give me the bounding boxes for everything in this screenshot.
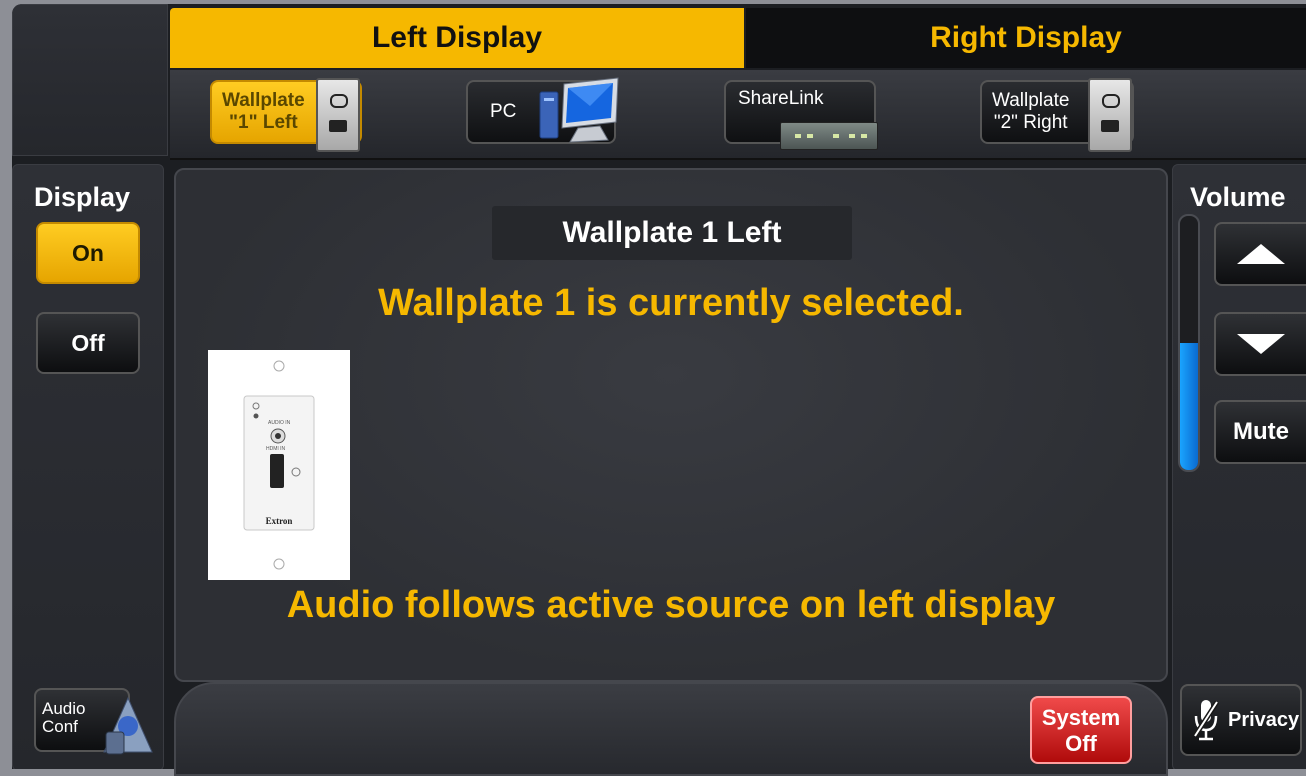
sharelink-device-icon	[780, 122, 878, 150]
brand-text: Extron	[266, 516, 293, 526]
source-wallplate-1-left-button[interactable]: Wallplate "1" Left	[210, 78, 362, 152]
mute-button[interactable]: Mute	[1214, 400, 1306, 464]
bottom-bar	[174, 682, 1168, 776]
status-message: Wallplate 1 is currently selected.	[378, 282, 964, 324]
system-off-button[interactable]: System Off	[1030, 696, 1132, 764]
source-label: ShareLink	[738, 88, 824, 109]
top-left-panel	[12, 4, 168, 156]
display-off-button[interactable]: Off	[36, 312, 140, 374]
system-off-line2: Off	[1065, 731, 1097, 756]
wallplate-connector-icon	[1088, 78, 1132, 152]
source-pc-button[interactable]: PC	[466, 77, 619, 144]
source-label-line2: "1" Left	[229, 112, 298, 133]
main-content-panel: Wallplate 1 Left Wallplate 1 is currentl…	[174, 168, 1168, 682]
volume-level-fill	[1180, 343, 1198, 470]
source-title: Wallplate 1 Left	[492, 206, 852, 260]
source-label-line1: Wallplate	[222, 90, 305, 111]
display-on-button[interactable]: On	[36, 222, 140, 284]
wallplate-hdmi-audio-image: AUDIO IN HDMI IN Extron	[208, 350, 350, 580]
source-strip: Wallplate "1" Left PC ShareLink Wallplat…	[170, 70, 1306, 160]
volume-level-bar[interactable]	[1178, 214, 1200, 472]
wallplate-connector-icon	[316, 78, 360, 152]
source-label-line2: "2" Right	[993, 112, 1068, 133]
tab-right-display[interactable]: Right Display	[746, 8, 1306, 68]
svg-text:AUDIO IN: AUDIO IN	[268, 420, 291, 426]
volume-down-arrow-icon	[1237, 334, 1285, 354]
tab-left-display[interactable]: Left Display	[170, 8, 744, 68]
audio-follows-message: Audio follows active source on left disp…	[286, 584, 1056, 626]
system-off-line1: System	[1041, 705, 1121, 730]
volume-up-arrow-icon	[1237, 244, 1285, 264]
privacy-button[interactable]: Privacy	[1180, 684, 1302, 756]
volume-down-button[interactable]	[1214, 312, 1306, 376]
source-label-line1: Wallplate	[992, 90, 1070, 111]
display-heading: Display	[34, 182, 131, 212]
privacy-label: Privacy	[1228, 708, 1300, 731]
volume-heading: Volume	[1190, 182, 1286, 212]
source-wallplate-2-right-button[interactable]: Wallplate "2" Right	[980, 78, 1134, 152]
computer-icon	[539, 77, 619, 143]
source-sharelink-button[interactable]: ShareLink	[724, 80, 878, 150]
source-label: PC	[490, 101, 517, 122]
microphone-muted-icon	[1192, 700, 1220, 741]
conference-phone-icon	[103, 696, 153, 755]
svg-text:HDMI IN: HDMI IN	[266, 446, 286, 452]
volume-up-button[interactable]	[1214, 222, 1306, 286]
